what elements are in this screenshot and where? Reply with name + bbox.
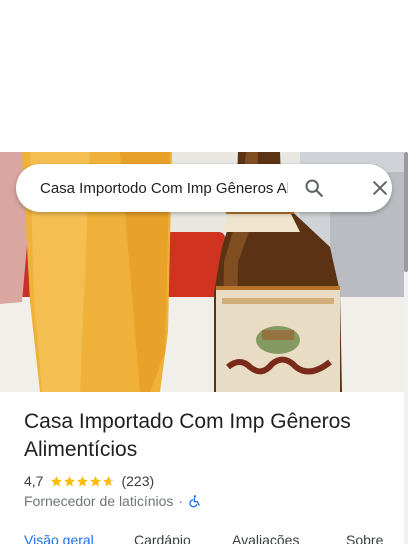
star-rating — [50, 475, 115, 488]
map-blank-area — [0, 0, 408, 152]
star-icon — [64, 475, 76, 486]
star-icon — [77, 475, 89, 486]
close-search-button[interactable] — [366, 174, 394, 202]
scrollbar-thumb[interactable] — [404, 152, 408, 272]
close-icon — [373, 181, 387, 195]
tab-menu[interactable]: Cardápio — [134, 532, 191, 544]
category-row: Fornecedor de laticínios · — [24, 492, 202, 510]
search-input[interactable] — [40, 177, 288, 199]
tab-overview[interactable]: Visão geral — [24, 532, 94, 544]
wheelchair-icon — [189, 495, 200, 508]
tab-reviews[interactable]: Avaliações — [232, 532, 299, 544]
separator-dot: · — [178, 493, 184, 509]
place-title: Casa Importado Com Imp Gêneros Alimentíc… — [24, 410, 351, 461]
search-button[interactable] — [300, 174, 328, 202]
tab-about[interactable]: Sobre — [346, 532, 383, 544]
place-tabs: Visão geral Cardápio Avaliações Sobre — [0, 526, 404, 544]
review-count[interactable]: (223) — [121, 473, 154, 489]
half-star-icon — [103, 475, 115, 486]
star-icon — [90, 475, 102, 486]
place-category[interactable]: Fornecedor de laticínios — [24, 493, 173, 509]
search-box[interactable] — [16, 164, 392, 212]
star-icon — [51, 475, 63, 486]
rating-value: 4,7 — [24, 473, 44, 489]
search-icon — [305, 179, 323, 197]
rating-row[interactable]: 4,7 (223) — [24, 472, 154, 490]
